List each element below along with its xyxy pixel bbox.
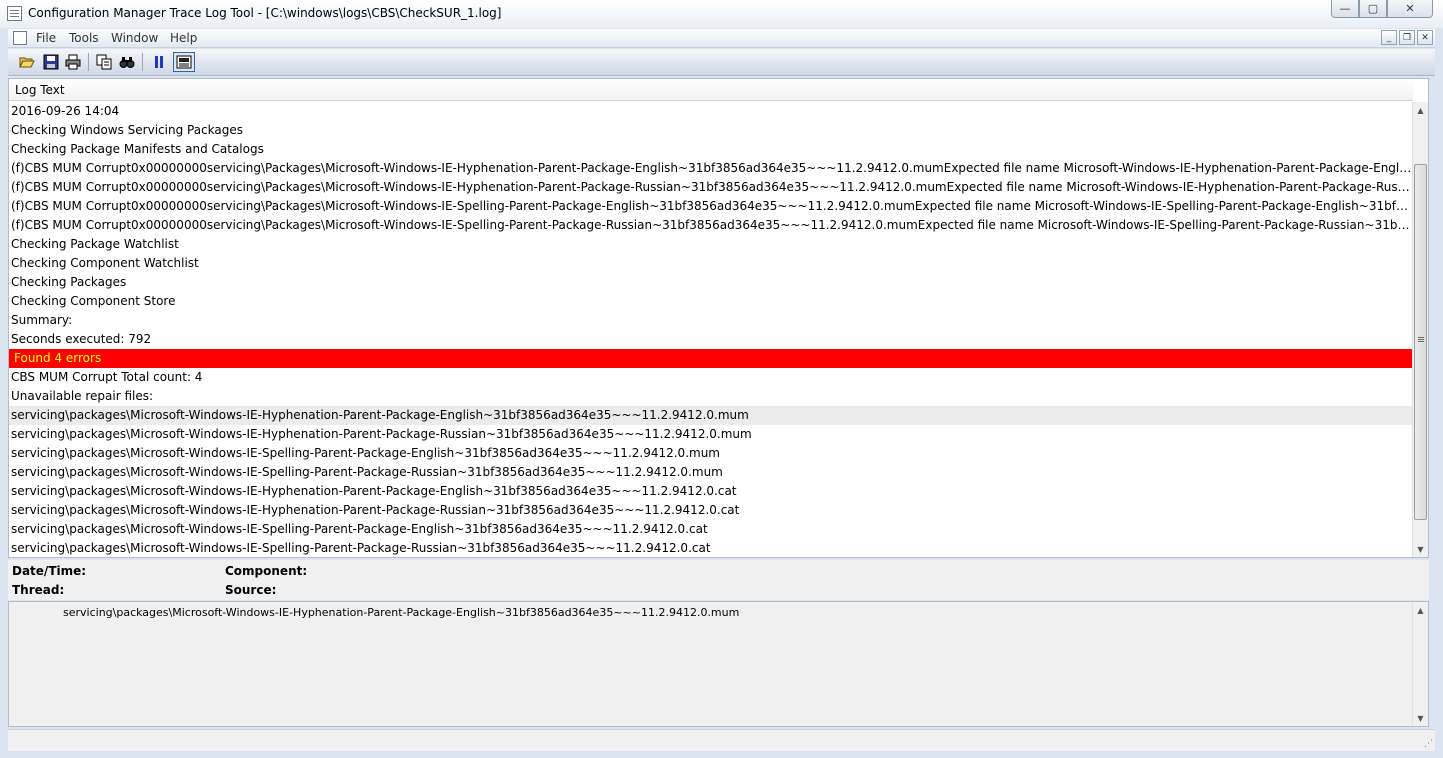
log-column-header[interactable]: Log Text [9,79,1413,101]
mdi-restore-button[interactable]: ❐ [1399,30,1415,45]
title-bar[interactable]: Configuration Manager Trace Log Tool - [… [0,0,1443,28]
menu-tools[interactable]: Tools [69,31,99,45]
log-row[interactable]: 2016-09-26 14:04 [9,102,1413,121]
log-row[interactable]: servicing\packages\Microsoft-Windows-IE-… [9,444,1413,463]
mdi-minimize-button[interactable]: _ [1381,30,1397,45]
log-row[interactable]: servicing\packages\Microsoft-Windows-IE-… [9,539,1413,557]
source-label: Source: [225,583,277,597]
resize-grip-icon[interactable]: ⋰ [1424,739,1433,749]
log-row[interactable]: Checking Package Manifests and Catalogs [9,140,1413,159]
toolbar [8,49,1435,76]
log-row[interactable]: servicing\packages\Microsoft-Windows-IE-… [9,482,1413,501]
menu-bar: File Tools Window Help _ ❐ ✕ [8,29,1435,48]
log-row[interactable]: servicing\packages\Microsoft-Windows-IE-… [9,406,1413,425]
log-row[interactable]: Checking Packages [9,273,1413,292]
log-row[interactable]: Seconds executed: 792 [9,330,1413,349]
detail-message: servicing\packages\Microsoft-Windows-IE-… [63,606,740,619]
scroll-thumb[interactable] [1414,164,1427,520]
details-panel: Date/Time: Component: Thread: Source: [8,560,1429,600]
detail-message-box[interactable]: servicing\packages\Microsoft-Windows-IE-… [8,601,1429,727]
scroll-up-icon[interactable]: ▲ [1413,602,1428,618]
log-header-label: Log Text [15,83,65,97]
log-row[interactable]: servicing\packages\Microsoft-Windows-IE-… [9,501,1413,520]
toolbar-separator [88,53,89,71]
find-icon[interactable] [118,53,136,71]
close-button[interactable]: ✕ [1387,0,1433,18]
scroll-up-icon[interactable]: ▲ [1413,102,1428,118]
minimize-button[interactable]: — [1331,0,1359,18]
save-icon[interactable] [42,53,60,71]
pause-icon[interactable] [150,53,168,71]
open-folder-icon[interactable] [18,53,36,71]
scroll-down-icon[interactable]: ▼ [1413,541,1428,557]
toolbar-separator [142,53,143,71]
log-rows: 2016-09-26 14:04 Checking Windows Servici… [9,102,1413,557]
detail-vertical-scrollbar[interactable]: ▲ ▼ [1412,602,1428,726]
log-row[interactable]: Checking Component Store [9,292,1413,311]
log-row[interactable]: CBS MUM Corrupt Total count: 4 [9,368,1413,387]
copy-icon[interactable] [95,53,113,71]
log-row[interactable]: (f)CBS MUM Corrupt0x00000000servicing\Pa… [9,197,1413,216]
window-title: Configuration Manager Trace Log Tool - [… [28,6,502,20]
log-row[interactable]: Checking Windows Servicing Packages [9,121,1413,140]
app-icon [7,6,22,21]
log-row[interactable]: Checking Package Watchlist [9,235,1413,254]
datetime-label: Date/Time: [12,564,87,578]
menu-file[interactable]: File [36,31,56,45]
menu-help[interactable]: Help [170,31,197,45]
status-bar: ⋰ [8,729,1435,751]
print-icon[interactable] [64,53,82,71]
caption-buttons: — ▢ ✕ [1331,0,1433,20]
log-row[interactable]: (f)CBS MUM Corrupt0x00000000servicing\Pa… [9,178,1413,197]
thread-label: Thread: [12,583,65,597]
scroll-down-icon[interactable]: ▼ [1413,710,1428,726]
log-list[interactable]: Log Text 2016-09-26 14:04 Checking Window… [8,78,1429,558]
grip-icon [1418,337,1424,338]
log-vertical-scrollbar[interactable]: ▲ ▼ [1412,102,1428,557]
log-row[interactable]: (f)CBS MUM Corrupt0x00000000servicing\Pa… [9,159,1413,178]
log-row[interactable]: servicing\packages\Microsoft-Windows-IE-… [9,463,1413,482]
maximize-button[interactable]: ▢ [1359,0,1387,18]
log-row[interactable]: Checking Component Watchlist [9,254,1413,273]
component-label: Component: [225,564,308,578]
mdi-buttons: _ ❐ ✕ [1381,30,1433,45]
log-row[interactable]: servicing\packages\Microsoft-Windows-IE-… [9,520,1413,539]
log-row-error[interactable]: Found 4 errors [9,349,1413,368]
log-row[interactable]: servicing\packages\Microsoft-Windows-IE-… [9,425,1413,444]
mdi-close-button[interactable]: ✕ [1417,30,1433,45]
toggle-details-icon[interactable] [173,52,195,72]
menu-window[interactable]: Window [111,31,158,45]
log-row[interactable]: Summary: [9,311,1413,330]
app-window: Configuration Manager Trace Log Tool - [… [0,0,1443,758]
log-row[interactable]: Unavailable repair files: [9,387,1413,406]
log-row[interactable]: (f)CBS MUM Corrupt0x00000000servicing\Pa… [9,216,1413,235]
document-icon[interactable] [13,31,27,45]
